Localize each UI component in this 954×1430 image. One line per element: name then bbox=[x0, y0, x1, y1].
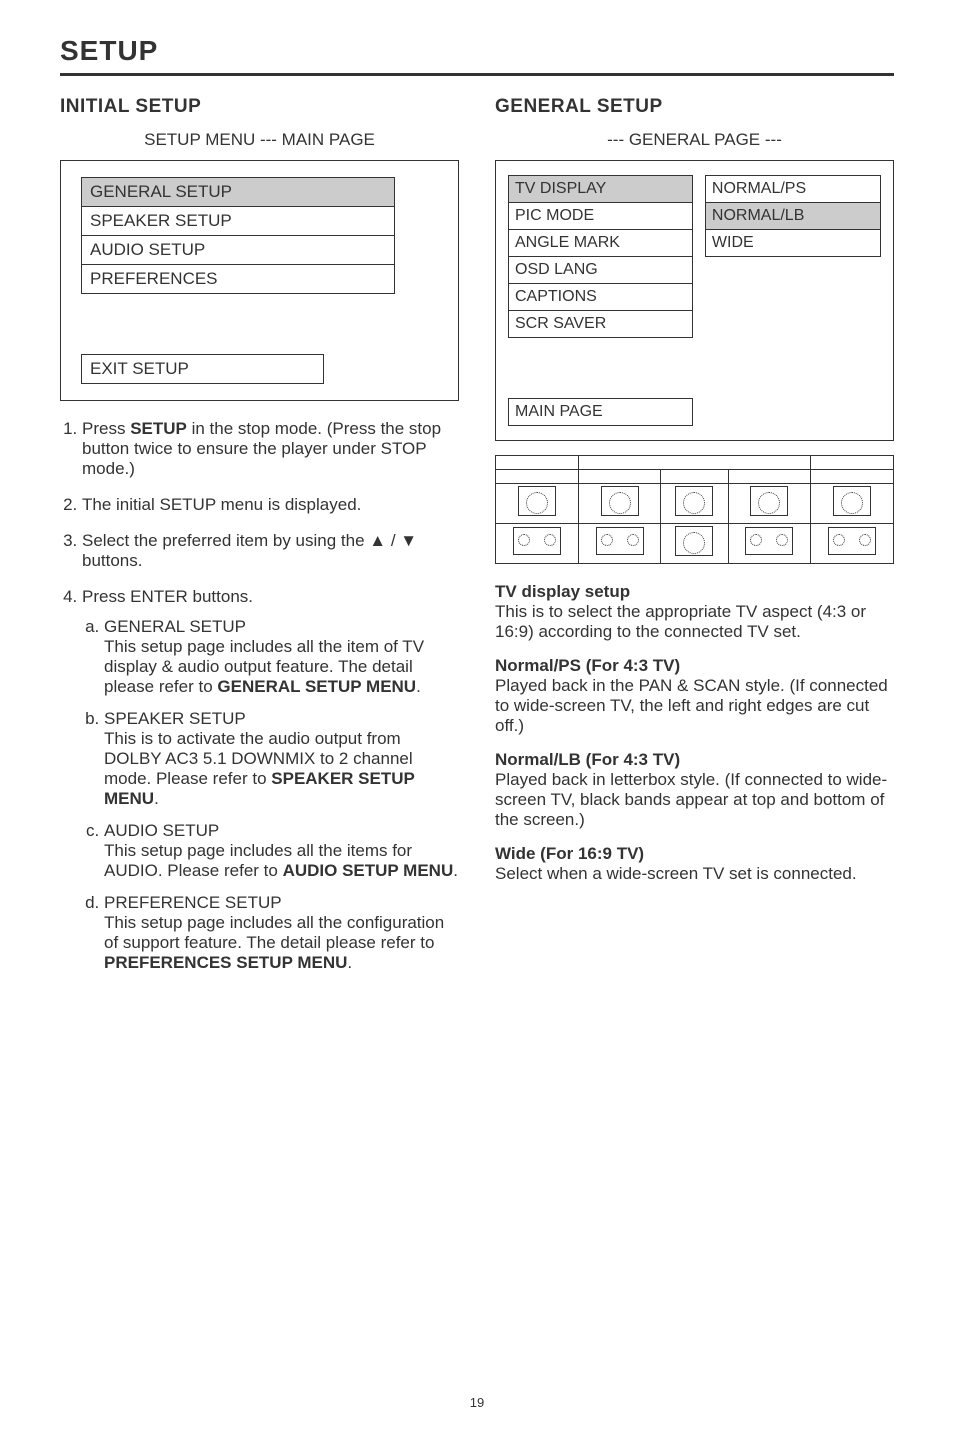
gp-opt-wide[interactable]: WIDE bbox=[705, 229, 881, 257]
wide-body: Select when a wide-screen TV set is conn… bbox=[495, 864, 894, 884]
normal-lb-head: Normal/LB (For 4:3 TV) bbox=[495, 750, 894, 770]
step-4: Press ENTER buttons. GENERAL SETUP This … bbox=[82, 587, 459, 973]
gp-opt-normal-ps[interactable]: NORMAL/PS bbox=[705, 175, 881, 203]
aspect-icon bbox=[661, 484, 728, 524]
step-1-bold: SETUP bbox=[130, 419, 187, 438]
gp-opt-normal-lb[interactable]: NORMAL/LB bbox=[705, 202, 881, 230]
sub-b: SPEAKER SETUP This is to activate the au… bbox=[104, 709, 459, 809]
title-rule bbox=[60, 73, 894, 76]
menu-item-speaker-setup[interactable]: SPEAKER SETUP bbox=[81, 206, 395, 236]
sub-c-body-b: AUDIO SETUP MENU bbox=[283, 861, 454, 880]
sub-c-title: AUDIO SETUP bbox=[104, 821, 459, 841]
sub-c: AUDIO SETUP This setup page includes all… bbox=[104, 821, 459, 881]
aspect-icon bbox=[728, 524, 811, 564]
menu-item-audio-setup[interactable]: AUDIO SETUP bbox=[81, 235, 395, 265]
sub-d-title: PREFERENCE SETUP bbox=[104, 893, 459, 913]
aspect-icon bbox=[728, 484, 811, 524]
sub-d-body-c: . bbox=[347, 953, 352, 972]
sub-a-body-b: GENERAL SETUP MENU bbox=[217, 677, 416, 696]
normal-ps-body: Played back in the PAN & SCAN style. (If… bbox=[495, 676, 894, 736]
aspect-icon bbox=[578, 524, 661, 564]
gp-item-angle-mark[interactable]: ANGLE MARK bbox=[508, 229, 693, 257]
sub-a-title: GENERAL SETUP bbox=[104, 617, 459, 637]
general-setup-head: GENERAL SETUP bbox=[495, 96, 894, 118]
initial-setup-head: INITIAL SETUP bbox=[60, 96, 459, 118]
aspect-icon bbox=[661, 524, 728, 564]
page-number: 19 bbox=[0, 1395, 954, 1410]
normal-lb-block: Normal/LB (For 4:3 TV) Played back in le… bbox=[495, 750, 894, 830]
sub-c-body-c: . bbox=[453, 861, 458, 880]
right-column: GENERAL SETUP --- GENERAL PAGE --- TV DI… bbox=[495, 96, 894, 989]
step-1: Press SETUP in the stop mode. (Press the… bbox=[82, 419, 459, 479]
gp-item-pic-mode[interactable]: PIC MODE bbox=[508, 202, 693, 230]
general-page-subhead: --- GENERAL PAGE --- bbox=[495, 130, 894, 150]
gp-item-main-page[interactable]: MAIN PAGE bbox=[508, 398, 693, 426]
wide-block: Wide (For 16:9 TV) Select when a wide-sc… bbox=[495, 844, 894, 884]
main-menu-box: GENERAL SETUP SPEAKER SETUP AUDIO SETUP … bbox=[60, 160, 459, 401]
gp-item-captions[interactable]: CAPTIONS bbox=[508, 283, 693, 311]
gp-right-list: NORMAL/PS NORMAL/LB WIDE bbox=[705, 175, 881, 426]
step-2: The initial SETUP menu is displayed. bbox=[82, 495, 459, 515]
normal-ps-block: Normal/PS (For 4:3 TV) Played back in th… bbox=[495, 656, 894, 736]
normal-ps-head: Normal/PS (For 4:3 TV) bbox=[495, 656, 894, 676]
general-page-box: TV DISPLAY PIC MODE ANGLE MARK OSD LANG … bbox=[495, 160, 894, 441]
sub-a: GENERAL SETUP This setup page includes a… bbox=[104, 617, 459, 697]
aspect-icon bbox=[496, 524, 579, 564]
wide-head: Wide (For 16:9 TV) bbox=[495, 844, 894, 864]
aspect-icon bbox=[811, 484, 894, 524]
left-column: INITIAL SETUP SETUP MENU --- MAIN PAGE G… bbox=[60, 96, 459, 989]
aspect-icon bbox=[578, 484, 661, 524]
gp-item-tv-display[interactable]: TV DISPLAY bbox=[508, 175, 693, 203]
aspect-icon-table bbox=[495, 455, 894, 564]
step-3: Select the preferred item by using the ▲… bbox=[82, 531, 459, 571]
gp-item-osd-lang[interactable]: OSD LANG bbox=[508, 256, 693, 284]
gp-item-scr-saver[interactable]: SCR SAVER bbox=[508, 310, 693, 338]
sub-b-title: SPEAKER SETUP bbox=[104, 709, 459, 729]
aspect-icon bbox=[811, 524, 894, 564]
step-1-text-a: Press bbox=[82, 419, 130, 438]
step-4-text: Press ENTER buttons. bbox=[82, 587, 253, 606]
setup-menu-subhead: SETUP MENU --- MAIN PAGE bbox=[60, 130, 459, 150]
menu-item-preferences[interactable]: PREFERENCES bbox=[81, 264, 395, 294]
sub-d: PREFERENCE SETUP This setup page include… bbox=[104, 893, 459, 973]
tv-display-setup-block: TV display setup This is to select the a… bbox=[495, 582, 894, 642]
steps-list: Press SETUP in the stop mode. (Press the… bbox=[60, 419, 459, 973]
tv-display-body: This is to select the appropriate TV asp… bbox=[495, 602, 894, 642]
sub-d-body-a: This setup page includes all the configu… bbox=[104, 913, 444, 952]
sub-steps: GENERAL SETUP This setup page includes a… bbox=[82, 617, 459, 973]
normal-lb-body: Played back in letterbox style. (If conn… bbox=[495, 770, 894, 830]
tv-display-head: TV display setup bbox=[495, 582, 894, 602]
gp-left-list: TV DISPLAY PIC MODE ANGLE MARK OSD LANG … bbox=[508, 175, 693, 426]
sub-a-body-c: . bbox=[416, 677, 421, 696]
page-title: SETUP bbox=[60, 35, 894, 67]
menu-item-general-setup[interactable]: GENERAL SETUP bbox=[81, 177, 395, 207]
sub-b-body-c: . bbox=[154, 789, 159, 808]
aspect-icon bbox=[496, 484, 579, 524]
sub-d-body-b: PREFERENCES SETUP MENU bbox=[104, 953, 347, 972]
menu-item-exit-setup[interactable]: EXIT SETUP bbox=[81, 354, 324, 384]
